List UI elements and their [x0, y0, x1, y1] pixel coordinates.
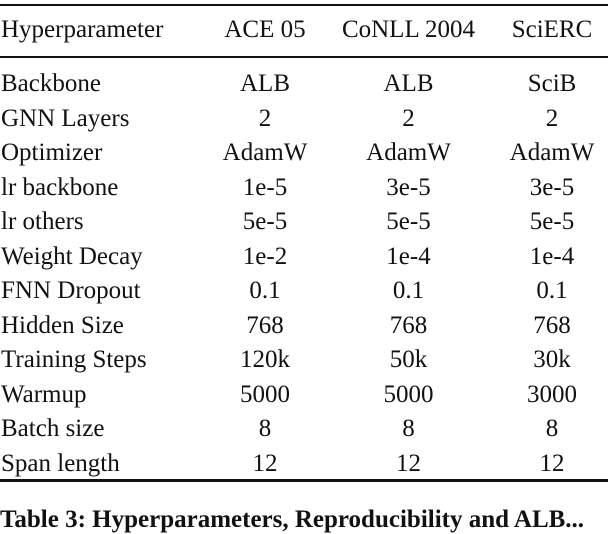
table-cell: 50k [389, 346, 428, 373]
row-label: FNN Dropout [1, 277, 141, 304]
table-cell: 5000 [240, 380, 290, 408]
row-label: lr others [1, 208, 84, 235]
table-cell: ALB [240, 70, 290, 97]
table-cell: 5e-5 [529, 208, 575, 235]
table-cell: AdamW [222, 139, 308, 166]
table-header-row: Hyperparameter ACE 05 CoNLL 2004 SciERC [0, 10, 608, 57]
table-cell: ALB [383, 70, 434, 97]
table-cell: 1e-4 [386, 242, 431, 270]
header-hyperparameter: Hyperparameter [1, 16, 164, 43]
row-label: Backbone [1, 70, 101, 97]
row-label: Batch size [1, 415, 105, 442]
table-row: Span length 12 12 12 [0, 447, 608, 482]
table-cell: 3e-5 [529, 173, 575, 201]
table-cell: 8 [545, 415, 559, 442]
table-row: lr others 5e-5 5e-5 5e-5 [0, 205, 608, 240]
row-label: Span length [1, 449, 120, 477]
table-cell: 0.1 [392, 277, 425, 304]
table-cell: 12 [252, 449, 278, 477]
table-top-rule [0, 4, 608, 6]
table-row: Batch size 8 8 8 [0, 412, 608, 447]
table-cell: 1e-5 [242, 173, 288, 201]
table-cell: 768 [389, 311, 428, 339]
table-caption: Table 3: Hyperparameters, Reproducibilit… [0, 506, 585, 533]
table-body: Backbone ALB ALB SciB GNN Layers 2 2 2 Optimizer… [0, 57, 608, 481]
table-cell: 2 [258, 104, 272, 132]
table-cell: 2 [545, 104, 559, 132]
table-cell: 5e-5 [242, 208, 288, 235]
table-cell: 8 [402, 415, 415, 442]
table-cell: 1e-2 [242, 242, 288, 270]
table-cell: 3000 [527, 380, 577, 408]
table-cell: 30k [533, 346, 571, 373]
header-ace05: ACE 05 [224, 16, 306, 43]
table-cell: 5e-5 [386, 208, 431, 235]
table-row: Weight Decay 1e-2 1e-4 1e-4 [0, 240, 608, 275]
row-label: Hidden Size [1, 311, 124, 339]
table-row: FNN Dropout 0.1 0.1 0.1 [0, 274, 608, 309]
table-cell: 12 [539, 449, 565, 477]
row-label: Warmup [1, 380, 87, 408]
row-label: lr backbone [1, 173, 119, 201]
row-label: GNN Layers [1, 104, 130, 132]
table-cell: 3e-5 [386, 173, 431, 201]
table-row: GNN Layers 2 2 2 [0, 102, 608, 137]
table-cell: AdamW [366, 139, 451, 166]
row-label: Training Steps [1, 346, 147, 373]
table-cell: 768 [533, 311, 571, 339]
table-cell: 768 [246, 311, 284, 339]
table-cell: 5000 [383, 380, 434, 408]
table-cell: 0.1 [536, 277, 568, 304]
table-cell: SciB [527, 70, 577, 97]
table-row: Backbone ALB ALB SciB [0, 57, 608, 102]
hyperparameter-table: Hyperparameter ACE 05 CoNLL 2004 SciERC … [0, 10, 608, 481]
table-row: lr backbone 1e-5 3e-5 3e-5 [0, 171, 608, 206]
row-label: Optimizer [1, 139, 103, 166]
table-cell: 8 [258, 415, 272, 442]
header-conll2004: CoNLL 2004 [341, 16, 476, 43]
table-row: Training Steps 120k 50k 30k [0, 343, 608, 378]
table-cell: 120k [240, 346, 290, 373]
table-cell: 12 [396, 449, 421, 477]
table-cell: 1e-4 [529, 242, 575, 270]
table-cell: AdamW [509, 139, 595, 166]
row-label: Weight Decay [1, 242, 143, 270]
table-cell: 0.1 [249, 277, 281, 304]
table-row: Optimizer AdamW AdamW AdamW [0, 136, 608, 171]
table-cell: 2 [402, 104, 415, 132]
table-row: Hidden Size 768 768 768 [0, 309, 608, 344]
table-row: Warmup 5000 5000 3000 [0, 378, 608, 413]
header-scierc: SciERC [511, 16, 593, 43]
